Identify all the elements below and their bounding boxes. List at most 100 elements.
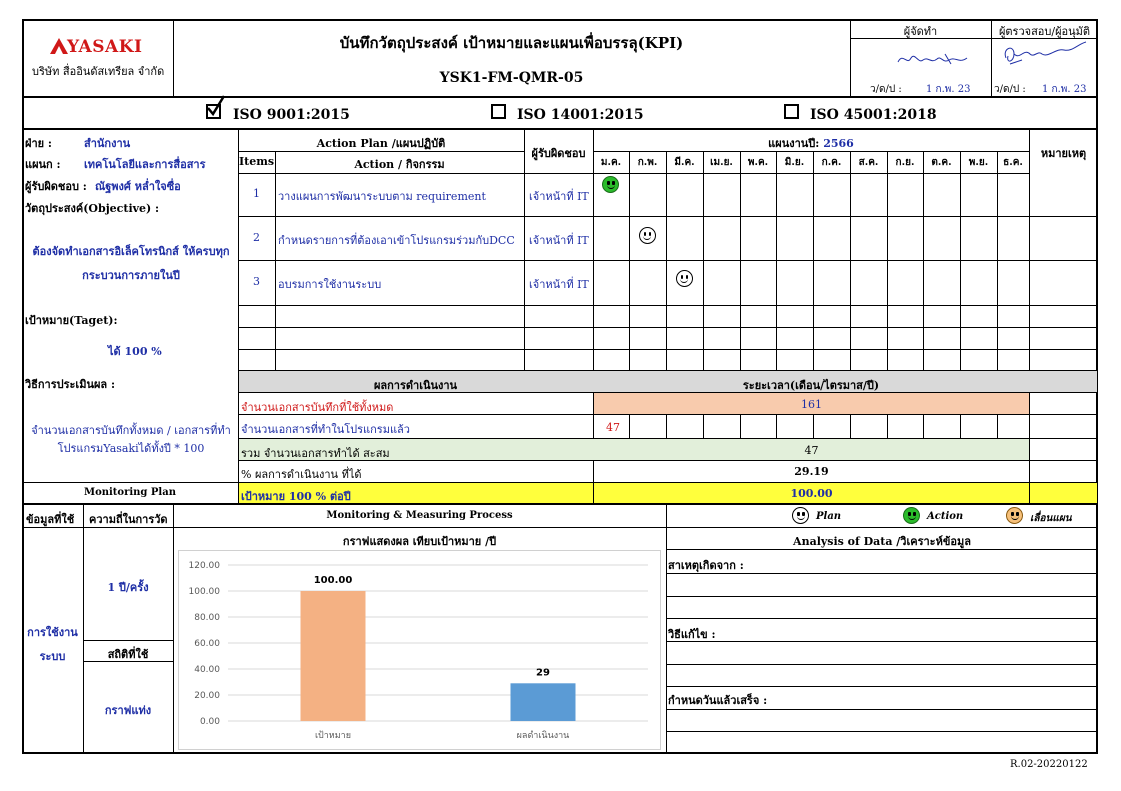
prepared-date: 1 ก.พ. 23 xyxy=(926,84,971,95)
responsible-header: ผู้รับผิดชอบ xyxy=(531,147,586,160)
divider xyxy=(813,414,814,438)
reviewed-by-label: ผู้ตรวจสอบ/ผู้อนุมัติ xyxy=(998,25,1091,38)
month-header: พ.ค. xyxy=(747,157,769,168)
prepared-signature-icon xyxy=(897,53,968,65)
divider xyxy=(22,527,1098,528)
y-tick-label: 60.00 xyxy=(194,639,220,649)
month-header: ต.ค. xyxy=(931,157,952,168)
action-plan-header: Action Plan /แผนปฏิบัติ xyxy=(316,137,446,150)
year-label: แผนงานปี: xyxy=(768,137,820,150)
y-tick-label: 20.00 xyxy=(194,691,220,701)
frequency-header: ความถี่ในการวัด xyxy=(89,513,168,526)
plan-legend-icon xyxy=(792,507,809,524)
row-1-no: 1 xyxy=(253,187,260,200)
action-header: Action / กิจกรรม xyxy=(354,158,445,171)
page-title: บันทึกวัตถุประสงค์ เป้าหมายและแผนเพื่อบร… xyxy=(339,34,684,52)
row-2-owner: เจ้าหน้าที่ IT xyxy=(529,234,589,247)
divider xyxy=(238,173,1029,174)
fix-label: วิธีแก้ไข : xyxy=(668,628,716,641)
analysis-header: Analysis of Data /วิเคราะห์ข้อมูล xyxy=(793,535,971,548)
month-header: มี.ค. xyxy=(674,157,695,168)
y-tick-label: 40.00 xyxy=(194,665,220,675)
iso-14001-label: ISO 14001:2015 xyxy=(517,107,644,123)
due-label: กำหนดวันแล้วเสร็จ : xyxy=(668,694,768,707)
divider xyxy=(1029,482,1030,503)
result-header: ผลการดำเนินงาน xyxy=(373,379,458,392)
x-tick-label: เป้าหมาย xyxy=(315,730,351,741)
iso-45001-checkbox[interactable] xyxy=(784,104,799,119)
reviewed-date: 1 ก.พ. 23 xyxy=(1042,84,1087,95)
divider xyxy=(83,640,173,641)
company-name: บริษัท สื่ออินดัสเทรียล จำกัด xyxy=(32,65,165,78)
row-3-owner: เจ้าหน้าที่ IT xyxy=(529,278,589,291)
owner-value: ณัฐพงศ์ หล่ำใจซื่อ xyxy=(95,180,181,193)
plan-face-icon xyxy=(638,227,656,244)
frequency-value: 1 ปี/ครั้ง xyxy=(107,581,149,594)
divider xyxy=(666,686,1098,687)
legend-plan: Plan xyxy=(816,511,842,522)
done-docs-label: จำนวนเอกสารที่ทำในโปรแกรมแล้ว xyxy=(241,423,410,436)
divider xyxy=(238,327,1098,328)
divider xyxy=(666,664,1098,665)
company-logo: YASAKI xyxy=(50,37,160,57)
dept-label: ฝ่าย : xyxy=(25,137,52,150)
month-header: เม.ย. xyxy=(710,157,733,168)
divider xyxy=(524,128,525,370)
divider xyxy=(850,414,851,438)
eval-line2: โปรแกรมYasakiได้ทั้งปี * 100 xyxy=(57,442,205,455)
y-tick-label: 120.00 xyxy=(189,561,221,571)
target-label: เป้าหมาย(Taget): xyxy=(25,314,118,327)
divider xyxy=(666,549,1098,550)
x-tick-label: ผลดำเนินงาน xyxy=(517,730,570,741)
month-header: ม.ค. xyxy=(600,157,622,168)
chart-title: กราฟแสดงผล เทียบเป้าหมาย /ปี xyxy=(342,535,497,548)
reviewed-date-label: ว/ด/ป : xyxy=(994,84,1026,95)
divider xyxy=(593,482,594,503)
percent-value: 29.19 xyxy=(794,465,829,478)
action-legend-icon xyxy=(903,507,920,524)
divider xyxy=(960,414,961,438)
objective-label: วัตถุประสงค์(Objective) : xyxy=(25,202,160,215)
bar-chart: 0.00 20.00 40.00 60.00 80.00 100.00 120.00 100.… xyxy=(189,561,648,741)
month-header: ธ.ค. xyxy=(1003,157,1023,168)
divider xyxy=(740,414,741,438)
divider xyxy=(776,414,777,438)
iso-45001-label: ISO 45001:2018 xyxy=(810,107,937,123)
divider xyxy=(238,414,1098,415)
yasaki-logo-icon xyxy=(50,38,68,54)
data-used-header: ข้อมูลที่ใช้ xyxy=(26,513,75,526)
objective-line1: ต้องจัดทำเอกสารอิเล็คโทรนิกส์ ให้ครบทุก xyxy=(32,245,230,258)
divider xyxy=(629,414,630,438)
data-used-line1: การใช้งาน xyxy=(27,626,78,639)
done-docs-jan: 47 xyxy=(606,421,620,434)
divider xyxy=(666,731,1098,732)
divider xyxy=(238,260,1098,261)
divider xyxy=(238,349,1098,350)
divider xyxy=(666,641,1098,642)
divider xyxy=(238,216,1098,217)
iso-14001-checkbox[interactable] xyxy=(491,104,506,119)
data-label: 29 xyxy=(536,667,550,678)
divider xyxy=(923,414,924,438)
legend-action: Action xyxy=(927,511,964,522)
prepared-by-label: ผู้จัดทำ xyxy=(903,25,938,38)
divider xyxy=(997,414,998,438)
total-docs-value: 161 xyxy=(801,398,822,411)
prepared-date-label: ว/ด/ป : xyxy=(870,84,902,95)
divider xyxy=(238,460,1098,461)
revision-code: R.02-20220122 xyxy=(1010,759,1088,770)
bar xyxy=(510,683,576,721)
iso-9001-label: ISO 9001:2015 xyxy=(233,107,350,123)
owner-label: ผู้รับผิดชอบ : xyxy=(25,180,87,193)
remark-header: หมายเหตุ xyxy=(1040,147,1087,160)
year-header: แผนงานปี: 2566 xyxy=(593,134,1029,152)
row-3-action: อบรมการใช้งานระบบ xyxy=(278,278,382,291)
stat-label: สถิติที่ใช้ xyxy=(107,648,149,661)
month-header: พ.ย. xyxy=(968,157,989,168)
bar xyxy=(300,591,366,721)
checkmark-icon xyxy=(207,95,226,117)
year-value: 2566 xyxy=(823,137,854,150)
month-header: มิ.ย. xyxy=(784,157,805,168)
divider xyxy=(666,709,1098,710)
month-header: ก.ค. xyxy=(821,157,842,168)
